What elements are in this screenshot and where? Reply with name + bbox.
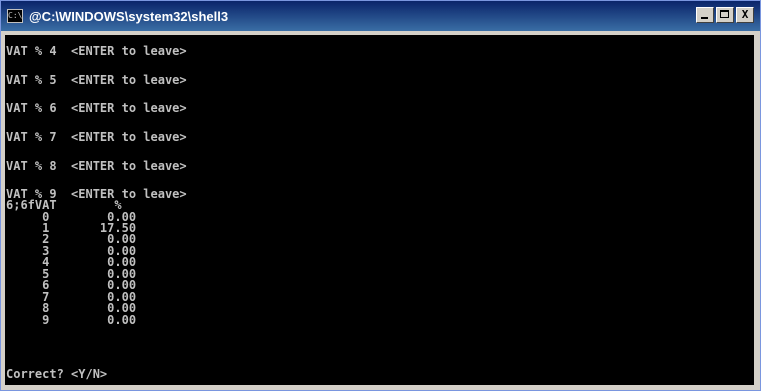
console-line: VAT % 8 <ENTER to leave>	[6, 159, 187, 173]
minimize-button[interactable]	[696, 7, 714, 23]
console-window: C:\ @C:\WINDOWS\system32\shell3 X VAT % …	[0, 0, 761, 391]
minimize-icon	[701, 17, 708, 19]
console-line: VAT % 4 <ENTER to leave>	[6, 44, 187, 58]
window-controls: X	[696, 7, 754, 23]
maximize-button[interactable]	[716, 7, 734, 23]
console-line: VAT % 5 <ENTER to leave>	[6, 73, 187, 87]
close-icon: X	[741, 8, 749, 21]
console-output[interactable]: VAT % 4 <ENTER to leave> VAT % 5 <ENTER …	[5, 35, 754, 385]
maximize-icon	[720, 10, 729, 18]
console-line: VAT % 7 <ENTER to leave>	[6, 130, 187, 144]
console-app-icon[interactable]: C:\	[7, 9, 23, 23]
title-bar[interactable]: C:\ @C:\WINDOWS\system32\shell3 X	[1, 1, 760, 31]
window-title: @C:\WINDOWS\system32\shell3	[29, 8, 229, 24]
vat-table-row: 9 0.00	[6, 313, 137, 327]
confirm-prompt: Correct? <Y/N>	[6, 367, 108, 381]
console-line: VAT % 6 <ENTER to leave>	[6, 101, 187, 115]
close-button[interactable]: X	[736, 7, 754, 23]
